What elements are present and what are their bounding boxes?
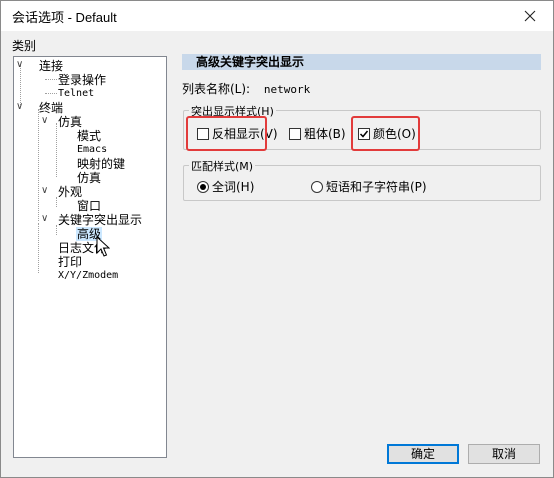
match-style-title: 匹配样式(M) <box>189 158 256 174</box>
tree-item-modes[interactable]: 模式 <box>77 129 101 143</box>
list-name-label: 列表名称(L): <box>182 82 251 96</box>
substring-radio-label: 短语和子字符串(P) <box>326 180 427 194</box>
whole-word-radio-label: 全词(H) <box>212 180 255 194</box>
tree-item-telnet[interactable]: Telnet <box>58 87 94 101</box>
collapse-toggle-terminal[interactable]: ∨ <box>16 102 23 112</box>
annotation-box-reverse <box>186 116 267 151</box>
collapse-toggle-emulation[interactable]: ∨ <box>41 116 48 126</box>
collapse-toggle-keyword-highlight[interactable]: ∨ <box>41 214 48 224</box>
session-options-dialog: 会话选项 - Default 类别 ∨ 连接 登录操作 Telnet ∨ 终端 … <box>0 0 554 478</box>
substring-radio[interactable]: 短语和子字符串(P) <box>311 178 427 195</box>
list-name-row: 列表名称(L): network <box>182 80 310 97</box>
close-button[interactable] <box>507 1 553 31</box>
tree-item-terminal[interactable]: 终端 <box>39 101 63 115</box>
tree-item-mapped-keys[interactable]: 映射的键 <box>77 157 125 171</box>
bold-checkbox[interactable]: 粗体(B) <box>289 125 346 142</box>
cancel-button[interactable]: 取消 <box>468 444 540 464</box>
tree-item-connection[interactable]: 连接 <box>39 59 63 73</box>
tree-item-appearance[interactable]: 外观 <box>58 185 82 199</box>
close-icon <box>524 10 536 22</box>
bold-checkbox-box[interactable] <box>289 127 301 140</box>
collapse-toggle-connection[interactable]: ∨ <box>16 60 23 70</box>
tree-item-emacs[interactable]: Emacs <box>77 143 107 157</box>
list-name-value: network <box>263 83 311 96</box>
tree-item-print[interactable]: 打印 <box>58 255 82 269</box>
tree-item-emulation-sub[interactable]: 仿真 <box>77 171 101 185</box>
tree-item-window[interactable]: 窗口 <box>77 199 101 213</box>
bold-checkbox-label: 粗体(B) <box>304 127 346 141</box>
annotation-box-color <box>351 116 420 151</box>
tree-item-emulation[interactable]: 仿真 <box>58 115 82 129</box>
whole-word-radio-button[interactable] <box>197 180 209 193</box>
mouse-pointer-icon <box>96 236 110 257</box>
window-title: 会话选项 - Default <box>12 10 117 25</box>
category-tree[interactable]: ∨ 连接 登录操作 Telnet ∨ 终端 ∨ 仿真 模式 Emacs 映射的键… <box>13 56 167 458</box>
tree-item-login-actions[interactable]: 登录操作 <box>58 73 106 87</box>
category-label: 类别 <box>12 39 37 53</box>
tree-item-xyzmodem[interactable]: X/Y/Zmodem <box>58 269 118 283</box>
title-bar: 会话选项 - Default <box>1 1 553 31</box>
ok-button[interactable]: 确定 <box>387 444 459 464</box>
tree-item-keyword-highlight[interactable]: 关键字突出显示 <box>58 213 142 227</box>
collapse-toggle-appearance[interactable]: ∨ <box>41 186 48 196</box>
substring-radio-button[interactable] <box>311 180 323 193</box>
panel-header: 高级关键字突出显示 <box>182 54 541 70</box>
whole-word-radio[interactable]: 全词(H) <box>197 178 254 195</box>
